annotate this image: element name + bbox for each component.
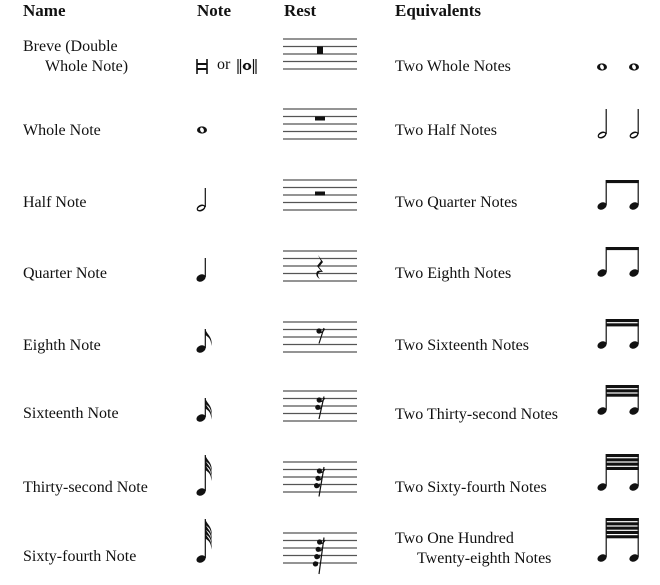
rest-mark (315, 116, 325, 121)
equiv-text-3: Two Eighth Notes (395, 265, 512, 282)
breve-alt-cell (237, 58, 257, 76)
two-quarter-notes-icon (597, 180, 639, 210)
beam (606, 323, 639, 327)
header-rest: Rest (284, 1, 317, 20)
header-name: Name (23, 1, 66, 20)
row-name-breve: Breve (Double Whole Note) (23, 37, 128, 77)
half-rest-icon (283, 179, 357, 211)
equiv-text-0: Two Whole Notes (395, 58, 511, 75)
beam (606, 454, 639, 458)
row-name-thirty-second: Thirty-second Note (23, 479, 148, 496)
breve-rest-icon (283, 38, 357, 70)
beam (606, 462, 639, 466)
equiv-text-6: Two Sixty-fourth Notes (395, 479, 547, 496)
equiv-text-5: Two Thirty-second Notes (395, 406, 558, 423)
equiv-text-1: Two Half Notes (395, 122, 497, 139)
half-note-icon (196, 188, 206, 212)
beam (606, 385, 639, 389)
two-half-notes-icon (597, 109, 639, 139)
equiv-text-2: Two Quarter Notes (395, 194, 518, 211)
beam (606, 180, 639, 184)
whole-rest-icon (283, 108, 357, 140)
thirty-second-rest-icon (283, 461, 357, 497)
eighth-rest-icon (283, 321, 357, 353)
flag (205, 329, 212, 346)
row-name-eighth: Eighth Note (23, 337, 101, 354)
breve-alt-icon (237, 59, 257, 74)
equiv-text-7: Two One Hundred Twenty-eighth Notes (395, 529, 551, 569)
row-name-sixteenth: Sixteenth Note (23, 405, 119, 422)
beam (606, 393, 639, 397)
equiv-text-4: Two Sixteenth Notes (395, 337, 529, 354)
quarter-rest-icon (283, 250, 357, 282)
beam (606, 518, 639, 522)
sixteenth-note-icon (196, 398, 212, 422)
row-name-line1: Breve (Double (23, 38, 118, 55)
row-name-whole: Whole Note (23, 122, 101, 139)
beam (606, 522, 639, 526)
row-name-half: Half Note (23, 194, 87, 211)
header-note: Note (197, 1, 231, 20)
sixteenth-rest-icon (283, 390, 357, 422)
two-sixty-fourth-notes-icon (597, 454, 639, 491)
beam (606, 458, 639, 462)
breve-or-text: or (217, 56, 231, 73)
beam (606, 319, 639, 323)
two-sixteenth-notes-icon (597, 319, 639, 349)
quarter-note-icon (196, 258, 206, 282)
beam (606, 526, 639, 530)
beam (606, 535, 639, 539)
row-name-line2: Whole Note) (45, 58, 129, 75)
equiv-line1: Two One Hundred (395, 530, 514, 547)
two-one-hundred-twenty-eighth-notes-icon (597, 518, 639, 562)
row-name-sixty-fourth: Sixty-fourth Note (23, 548, 137, 565)
rest-mark (317, 46, 323, 54)
two-thirty-second-notes-icon (597, 385, 639, 415)
beam (606, 466, 639, 470)
header-equivalents: Equivalents (395, 1, 481, 20)
beam (606, 530, 639, 534)
beam (606, 389, 639, 393)
beam (606, 247, 639, 251)
sixty-fourth-rest-icon (283, 532, 357, 575)
thirty-second-note-icon (196, 455, 212, 496)
rest-mark (315, 191, 325, 196)
whole-note-icon (197, 126, 207, 134)
equiv-line2: Twenty-eighth Notes (417, 550, 552, 567)
eighth-note-icon (196, 329, 212, 353)
sixty-fourth-note-icon (196, 519, 212, 563)
row-name-quarter: Quarter Note (23, 265, 107, 282)
two-eighth-notes-icon (597, 247, 639, 277)
